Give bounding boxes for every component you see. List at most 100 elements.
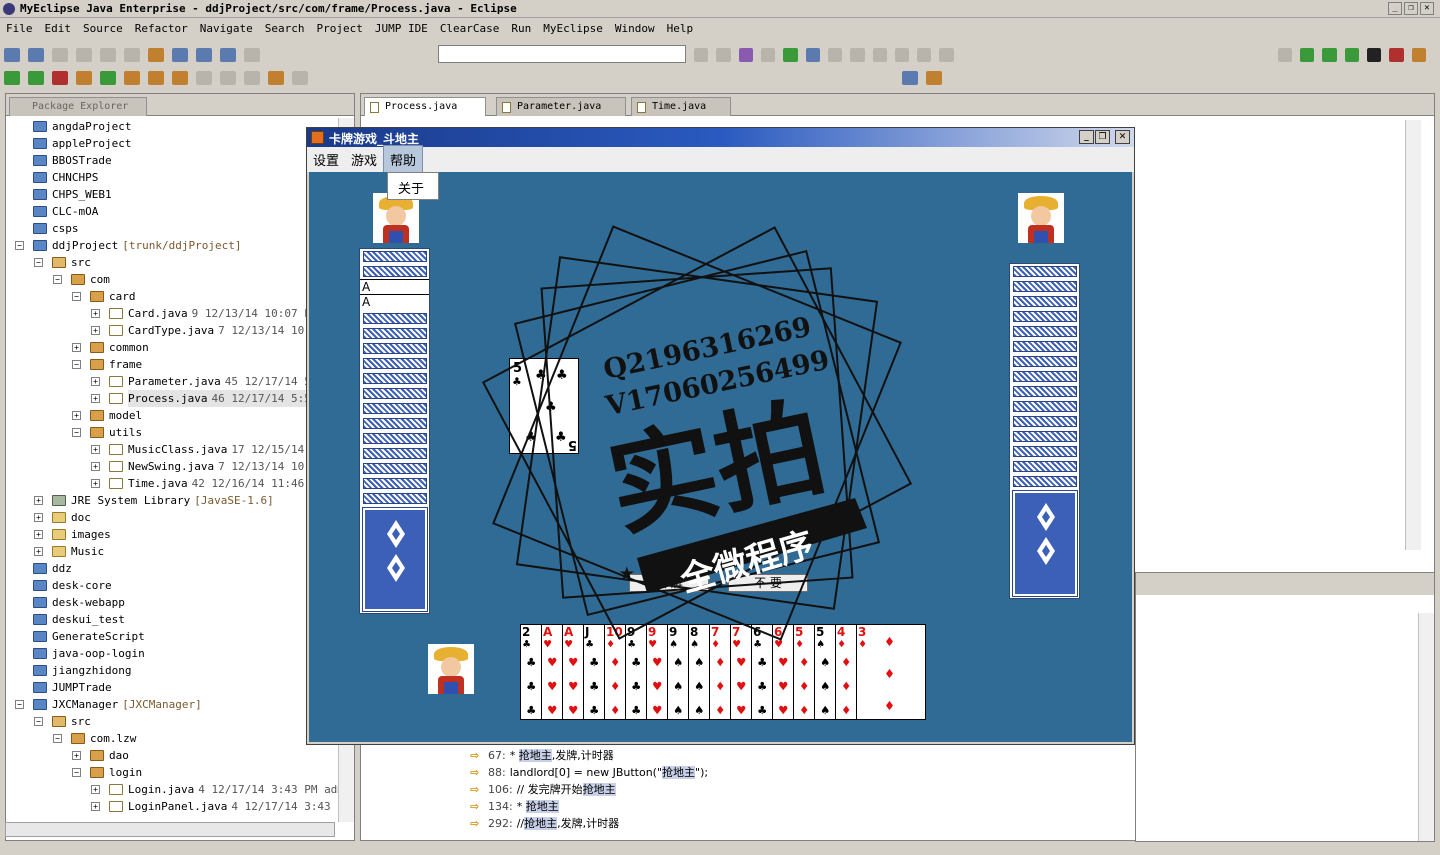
menu-item-0[interactable]: File [0,22,39,35]
minimize-button[interactable]: _ [1388,2,1402,15]
tool-k-icon[interactable] [917,48,932,62]
toggle-icon[interactable] [244,48,260,62]
expand-toggle-icon[interactable]: + [34,547,43,556]
expand-toggle-icon[interactable]: − [53,275,62,284]
menu-item-1[interactable]: Edit [39,22,78,35]
debug-icon[interactable] [4,71,20,85]
expand-toggle-icon[interactable]: − [34,717,43,726]
outline-scrollbar[interactable] [1418,613,1434,841]
tool-g-icon[interactable] [827,48,843,62]
tool-f-icon[interactable] [805,48,820,62]
search-result-item[interactable]: ⇨ 292://抢地主,发牌,计时器 [470,815,619,832]
close-button[interactable]: ✕ [1420,2,1434,15]
globe-icon[interactable] [220,48,236,62]
perspective-6-icon[interactable] [1389,48,1404,62]
expand-toggle-icon[interactable]: + [34,496,43,505]
menu-item-5[interactable]: Search [259,22,311,35]
expand-toggle-icon[interactable]: − [15,241,24,250]
game-menu-item-0[interactable]: 设置 [307,146,345,173]
game-minimize-button[interactable]: _ [1079,130,1094,144]
menu-item-6[interactable]: Project [310,22,368,35]
expand-toggle-icon[interactable]: − [72,360,81,369]
expand-toggle-icon[interactable]: + [91,462,100,471]
search-icon[interactable] [172,71,188,85]
game-close-button[interactable]: ✕ [1115,130,1130,144]
back-icon[interactable] [268,71,284,85]
expand-toggle-icon[interactable]: + [34,530,43,539]
expand-toggle-icon[interactable]: − [72,768,81,777]
run-icon[interactable] [28,71,44,85]
annotation-icon[interactable] [196,71,212,85]
game-maximize-button[interactable]: ❐ [1095,130,1110,144]
hand-card[interactable]: 7 ♦ ♦ ♦ ♦ [709,624,730,720]
perspective-4-icon[interactable] [1344,48,1359,62]
game-menu-item-1[interactable]: 游戏 [345,146,383,173]
save-icon[interactable] [52,48,68,62]
expand-toggle-icon[interactable]: − [72,292,81,301]
tool-a-icon[interactable] [694,48,709,62]
expand-toggle-icon[interactable]: + [91,479,100,488]
new-project-icon[interactable] [28,48,44,62]
expand-toggle-icon[interactable]: + [72,751,81,760]
tab-parameter-java[interactable]: Parameter.java [496,97,626,116]
tool-d-icon[interactable] [760,48,776,62]
tool-l-icon[interactable] [939,48,954,62]
hand-card[interactable]: 2 ♣ ♣ ♣ ♣ [520,624,541,720]
debug-perspective-icon[interactable] [926,71,942,85]
hand-card[interactable]: 10 ♦ ♦ ♦ ♦ [604,624,625,720]
editor-scrollbar[interactable] [1405,120,1421,550]
hand-card[interactable]: 6 ♣ ♣ ♣ ♣ [751,624,772,720]
tool-c-icon[interactable] [738,48,753,62]
tab-time-java[interactable]: Time.java [631,97,731,116]
search-result-item[interactable]: ⇨ 106:// 发完牌开始抢地主 [470,781,616,798]
hand-card[interactable]: 5 ♠ ♠ ♠ ♠ [814,624,835,720]
menu-item-10[interactable]: MyEclipse [537,22,609,35]
perspective-2-icon[interactable] [1300,48,1315,62]
package-explorer-hscrollbar[interactable] [5,822,335,837]
open-resource-icon[interactable] [148,71,164,85]
expand-toggle-icon[interactable]: + [91,802,100,811]
hand-card[interactable]: A ♥ ♥ ♥ ♥ [562,624,583,720]
play-button[interactable]: 出 牌 [629,574,709,592]
open-type-icon[interactable] [124,71,140,85]
game-menu-item-2[interactable]: 帮助 [383,145,424,174]
java-perspective-icon[interactable] [902,71,918,85]
hand-card[interactable]: 4 ♦ ♦ ♦ ♦ [835,624,856,720]
expand-toggle-icon[interactable]: − [34,258,43,267]
toolbar-combo[interactable] [438,45,686,63]
search-result-item[interactable]: ⇨ 67: * 抢地主,发牌,计时器 [470,747,614,764]
menu-item-4[interactable]: Navigate [194,22,259,35]
hand-card[interactable]: 9 ♥ ♥ ♥ ♥ [646,624,667,720]
hand-card[interactable]: 9 ♣ ♣ ♣ ♣ [625,624,646,720]
perspective-5-icon[interactable] [1367,48,1382,62]
forward-icon[interactable] [292,71,308,85]
tool-h-icon[interactable] [850,48,865,62]
hand-card[interactable]: A ♥ ♥ ♥ ♥ [541,624,562,720]
expand-toggle-icon[interactable]: + [34,513,43,522]
expand-toggle-icon[interactable]: + [91,377,100,386]
menu-item-3[interactable]: Refactor [129,22,194,35]
tool-i-icon[interactable] [872,48,887,62]
expand-toggle-icon[interactable]: − [72,428,81,437]
hand-card[interactable]: 9 ♠ ♠ ♠ ♠ [667,624,688,720]
menu-item-9[interactable]: Run [505,22,537,35]
package-explorer-tab[interactable]: Package Explorer [9,97,147,116]
menu-item-7[interactable]: JUMP IDE [369,22,434,35]
hand-card[interactable]: 8 ♠ ♠ ♠ ♠ [688,624,709,720]
menu-item-8[interactable]: ClearCase [434,22,506,35]
external-tools-icon[interactable] [52,71,68,85]
help-dropdown-about[interactable]: 关于 [387,172,439,200]
menu-item-12[interactable]: Help [661,22,700,35]
expand-toggle-icon[interactable]: − [15,700,24,709]
hand-card[interactable]: 7 ♥ ♥ ♥ ♥ [730,624,751,720]
run-server-icon[interactable] [124,48,140,62]
next-annotation-icon[interactable] [244,71,260,85]
expand-toggle-icon[interactable]: + [91,309,100,318]
expand-toggle-icon[interactable]: + [91,326,100,335]
pass-button[interactable]: 不 要 [728,574,808,592]
save-all-icon[interactable] [76,48,92,62]
hand-card[interactable]: J ♣ ♣ ♣ ♣ [583,624,604,720]
search-result-item[interactable]: ⇨ 88: landlord[0] = new JButton("抢地主"); [470,764,708,781]
new-icon[interactable] [4,48,20,62]
expand-toggle-icon[interactable]: + [91,445,100,454]
